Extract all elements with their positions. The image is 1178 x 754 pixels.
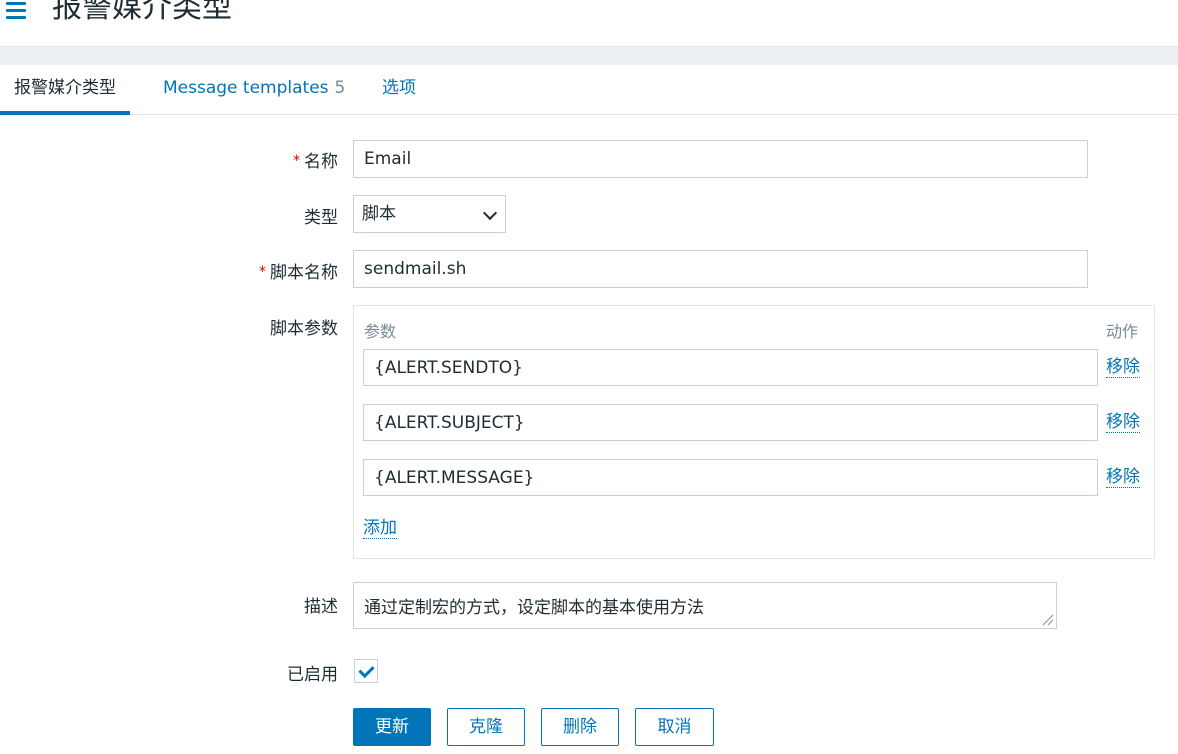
delete-button[interactable]: 删除 <box>541 708 619 746</box>
name-label-text: 名称 <box>304 152 338 172</box>
script-param-input[interactable] <box>363 459 1098 496</box>
tab-options[interactable]: 选项 <box>382 64 416 114</box>
remove-param-link[interactable]: 移除 <box>1106 412 1140 433</box>
type-select[interactable]: 脚本 <box>353 195 506 233</box>
required-mark: * <box>293 153 300 169</box>
add-param-link[interactable]: 添加 <box>363 518 397 539</box>
tab-media-type-label: 报警媒介类型 <box>14 78 116 98</box>
description-label: 描述 <box>304 597 338 617</box>
tab-media-type[interactable]: 报警媒介类型 <box>0 64 130 115</box>
page-title: 报警媒介类型 <box>52 0 232 25</box>
remove-param-link[interactable]: 移除 <box>1106 357 1140 378</box>
script-param-input[interactable] <box>363 404 1098 441</box>
chevron-down-icon <box>482 205 498 221</box>
tab-message-templates-label: Message templates <box>163 78 329 98</box>
description-textarea[interactable]: 通过定制宏的方式，设定脚本的基本使用方法 <box>353 582 1057 629</box>
required-mark: * <box>259 264 266 280</box>
enabled-checkbox[interactable] <box>354 659 378 683</box>
tab-options-label: 选项 <box>382 78 416 98</box>
cancel-button[interactable]: 取消 <box>635 708 714 746</box>
script-name-label: * 脚本名称 <box>259 258 338 283</box>
script-param-input[interactable] <box>363 349 1098 386</box>
name-input[interactable] <box>353 140 1088 178</box>
enabled-label: 已启用 <box>287 665 338 685</box>
name-label: * 名称 <box>293 147 338 172</box>
type-select-value: 脚本 <box>362 204 396 224</box>
tab-bar: 报警媒介类型 Message templates 5 选项 <box>0 64 1178 115</box>
clone-button[interactable]: 克隆 <box>447 708 525 746</box>
checkmark-icon <box>358 661 375 679</box>
param-column-header: 参数 <box>364 322 397 341</box>
tab-message-templates-count: 5 <box>334 78 346 98</box>
type-label: 类型 <box>304 208 338 228</box>
header-divider <box>0 46 1178 65</box>
update-button[interactable]: 更新 <box>353 708 431 746</box>
tab-message-templates[interactable]: Message templates 5 <box>163 64 345 114</box>
remove-param-link[interactable]: 移除 <box>1106 467 1140 488</box>
menu-icon[interactable] <box>6 2 26 20</box>
page-header: 报警媒介类型 <box>0 0 1178 46</box>
action-column-header: 动作 <box>1106 322 1139 341</box>
script-name-label-text: 脚本名称 <box>270 263 338 283</box>
script-name-input[interactable] <box>353 250 1088 288</box>
script-params-label: 脚本参数 <box>270 319 338 339</box>
